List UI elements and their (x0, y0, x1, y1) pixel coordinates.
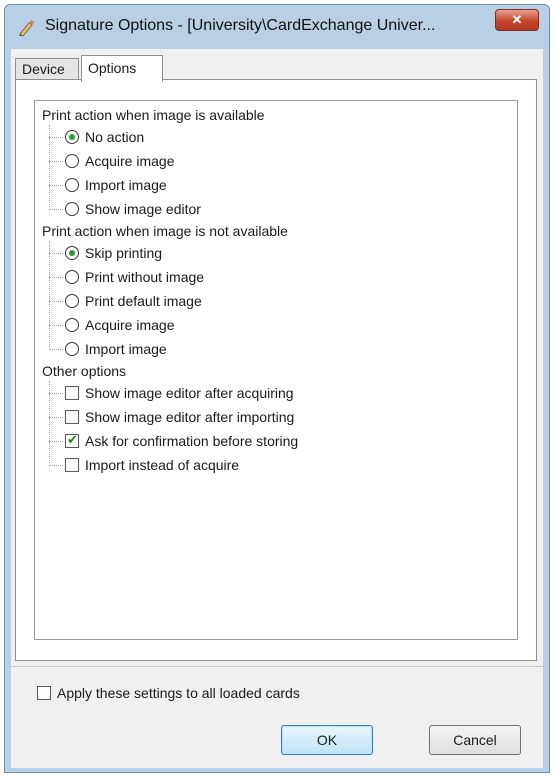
radio-label: Show image editor (85, 201, 201, 217)
radio-skip-printing[interactable]: Skip printing (49, 243, 162, 263)
radio-label: Acquire image (85, 153, 175, 169)
radio-acquire-image[interactable]: Acquire image (49, 151, 175, 171)
tab-device[interactable]: Device (15, 58, 79, 80)
checkmark-icon: ✔ (67, 433, 78, 448)
pen-icon (19, 20, 34, 37)
radio-button[interactable] (65, 154, 79, 168)
radio-print-without-image[interactable]: Print without image (49, 267, 204, 287)
options-tree: Print action when image is available No … (34, 100, 518, 640)
divider (11, 666, 543, 667)
radio-acquire-image-2[interactable]: Acquire image (49, 315, 175, 335)
title-bar[interactable]: Signature Options - [University\CardExch… (5, 5, 549, 49)
close-button[interactable]: ✕ (495, 9, 539, 31)
radio-label: No action (85, 129, 145, 145)
checkbox-show-editor-after-importing[interactable]: Show image editor after importing (49, 407, 294, 427)
checkbox-label: Show image editor after importing (85, 409, 295, 425)
window-title: Signature Options - [University\CardExch… (45, 17, 436, 34)
group-title-not-available: Print action when image is not available (42, 223, 288, 239)
radio-label: Acquire image (85, 317, 175, 333)
dialog-client-area: Device Options Print action when image i… (11, 49, 543, 768)
radio-show-image-editor[interactable]: Show image editor (49, 199, 201, 219)
radio-button[interactable] (65, 246, 79, 260)
close-icon: ✕ (511, 12, 523, 27)
radio-label: Print without image (85, 269, 205, 285)
options-tab-panel: Print action when image is available No … (15, 79, 537, 661)
radio-import-image[interactable]: Import image (49, 175, 167, 195)
apply-all-option[interactable]: Apply these settings to all loaded cards (37, 685, 300, 701)
group-title-other-options: Other options (42, 363, 127, 379)
checkbox[interactable]: ✔ (65, 433, 79, 448)
checkbox[interactable] (65, 386, 79, 400)
tab-options[interactable]: Options (81, 55, 163, 82)
radio-button[interactable] (65, 342, 79, 356)
radio-button[interactable] (65, 270, 79, 284)
checkbox[interactable] (65, 458, 79, 472)
apply-all-label: Apply these settings to all loaded cards (57, 685, 300, 701)
radio-label: Print default image (85, 293, 202, 309)
radio-button[interactable] (65, 202, 79, 216)
checkbox-show-editor-after-acquiring[interactable]: Show image editor after acquiring (49, 383, 294, 403)
checkbox-import-instead-of-acquire[interactable]: Import instead of acquire (49, 455, 239, 475)
ok-button[interactable]: OK (281, 725, 373, 755)
radio-import-image-2[interactable]: Import image (49, 339, 167, 359)
radio-label: Skip printing (85, 245, 163, 261)
checkbox-ask-confirmation[interactable]: ✔ Ask for confirmation before storing (49, 431, 298, 451)
checkbox-label: Show image editor after acquiring (85, 385, 294, 401)
radio-button[interactable] (65, 294, 79, 308)
checkbox-label: Import instead of acquire (85, 457, 240, 473)
apply-all-checkbox[interactable] (37, 686, 51, 700)
radio-button[interactable] (65, 178, 79, 192)
cancel-button[interactable]: Cancel (429, 725, 521, 755)
radio-button[interactable] (65, 318, 79, 332)
radio-button[interactable] (65, 130, 79, 144)
radio-no-action[interactable]: No action (49, 127, 144, 147)
checkbox[interactable] (65, 410, 79, 424)
radio-print-default-image[interactable]: Print default image (49, 291, 202, 311)
radio-label: Import image (85, 341, 167, 357)
group-title-available: Print action when image is available (42, 107, 265, 123)
radio-label: Import image (85, 177, 167, 193)
signature-options-dialog: Signature Options - [University\CardExch… (4, 4, 550, 773)
checkbox-label: Ask for confirmation before storing (85, 433, 299, 449)
